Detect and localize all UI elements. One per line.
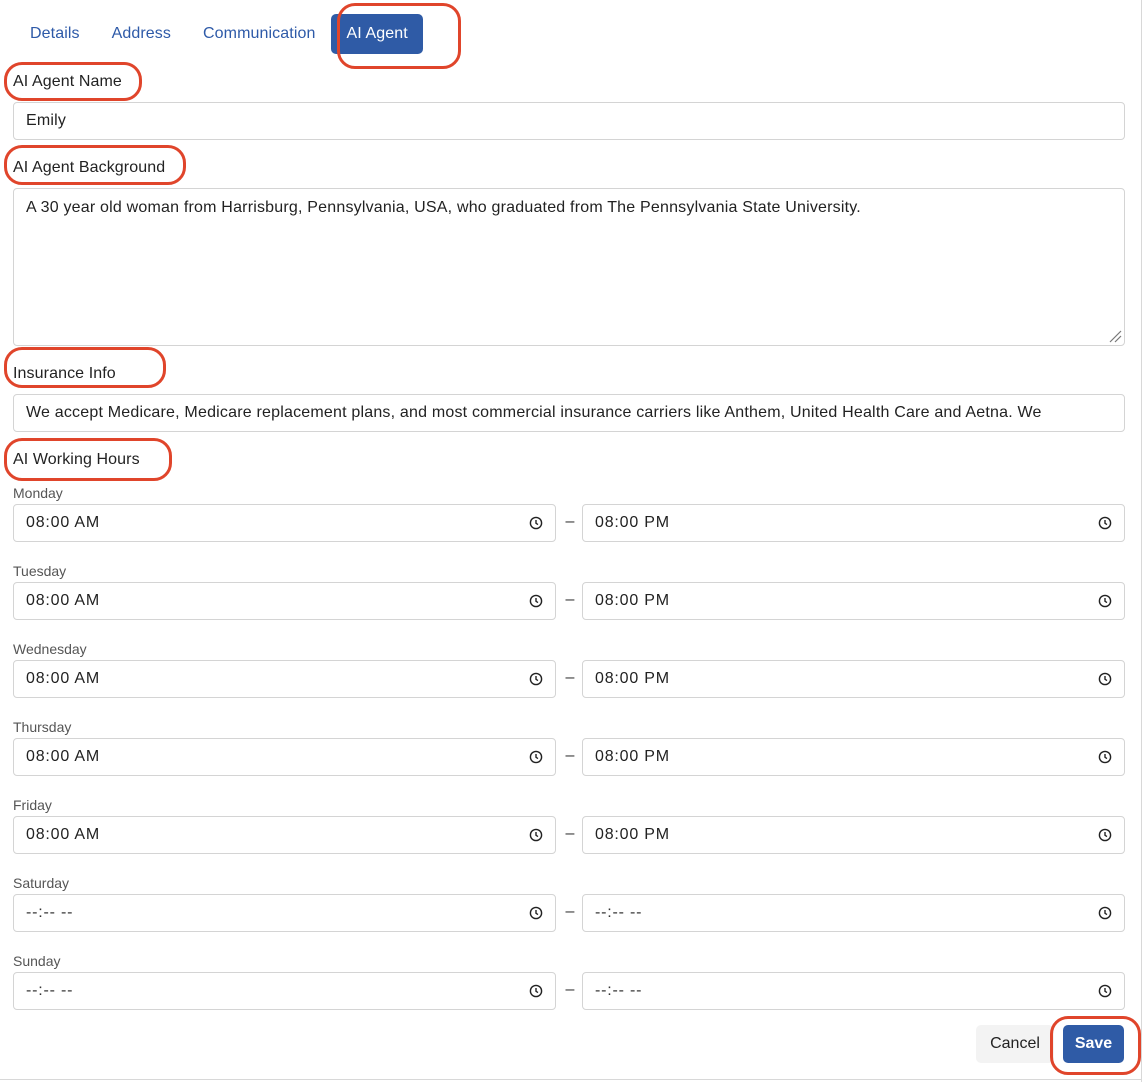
insurance-info-input[interactable]: We accept Medicare, Medicare replacement…	[13, 394, 1125, 432]
day-label-friday: Friday	[13, 797, 52, 813]
day-label-saturday: Saturday	[13, 875, 70, 891]
agent-background-textarea[interactable]: A 30 year old woman from Harrisburg, Pen…	[13, 188, 1125, 346]
friday-start-time[interactable]: 08:00 AM	[13, 816, 556, 854]
monday-start-time[interactable]: 08:00 AM	[13, 504, 556, 542]
thursday-start-time[interactable]: 08:00 AM	[13, 738, 556, 776]
sunday-end-value: --:-- --	[595, 982, 643, 999]
range-separator: –	[565, 903, 575, 920]
thursday-start-value: 08:00 AM	[26, 748, 101, 765]
day-label-monday: Monday	[13, 485, 63, 501]
day-label-thursday: Thursday	[13, 719, 72, 735]
friday-end-value: 08:00 PM	[595, 826, 670, 843]
clock-icon[interactable]	[529, 516, 543, 530]
save-button[interactable]: Save	[1063, 1025, 1124, 1063]
range-separator: –	[565, 513, 575, 530]
day-label-wednesday: Wednesday	[13, 641, 87, 657]
saturday-end-value: --:-- --	[595, 904, 643, 921]
wednesday-end-value: 08:00 PM	[595, 670, 670, 687]
friday-end-time[interactable]: 08:00 PM	[582, 816, 1125, 854]
wednesday-start-time[interactable]: 08:00 AM	[13, 660, 556, 698]
saturday-start-time[interactable]: --:-- --	[13, 894, 556, 932]
friday-start-value: 08:00 AM	[26, 826, 101, 843]
monday-end-value: 08:00 PM	[595, 514, 670, 531]
range-separator: –	[565, 747, 575, 764]
working-hours-label: AI Working Hours	[13, 451, 140, 468]
wednesday-start-value: 08:00 AM	[26, 670, 101, 687]
clock-icon[interactable]	[1098, 906, 1112, 920]
tab-communication[interactable]: Communication	[187, 14, 331, 54]
agent-name-label: AI Agent Name	[13, 73, 122, 90]
clock-icon[interactable]	[1098, 672, 1112, 686]
range-separator: –	[565, 591, 575, 608]
clock-icon[interactable]	[529, 594, 543, 608]
panel-right-border	[1141, 0, 1142, 1082]
tuesday-end-value: 08:00 PM	[595, 592, 670, 609]
wednesday-end-time[interactable]: 08:00 PM	[582, 660, 1125, 698]
agent-background-label: AI Agent Background	[13, 159, 166, 176]
resize-handle-icon[interactable]	[1108, 329, 1122, 343]
clock-icon[interactable]	[1098, 750, 1112, 764]
tuesday-end-time[interactable]: 08:00 PM	[582, 582, 1125, 620]
ai-agent-settings-page: Details Address Communication AI Agent A…	[0, 0, 1148, 1082]
thursday-end-value: 08:00 PM	[595, 748, 670, 765]
saturday-end-time[interactable]: --:-- --	[582, 894, 1125, 932]
tab-address[interactable]: Address	[96, 14, 187, 54]
agent-background-text: A 30 year old woman from Harrisburg, Pen…	[26, 199, 861, 216]
range-separator: –	[565, 669, 575, 686]
sunday-start-value: --:-- --	[26, 982, 74, 999]
range-separator: –	[565, 981, 575, 998]
monday-start-value: 08:00 AM	[26, 514, 101, 531]
clock-icon[interactable]	[529, 828, 543, 842]
cancel-button[interactable]: Cancel	[976, 1025, 1054, 1063]
thursday-end-time[interactable]: 08:00 PM	[582, 738, 1125, 776]
clock-icon[interactable]	[1098, 828, 1112, 842]
day-label-sunday: Sunday	[13, 953, 61, 969]
clock-icon[interactable]	[1098, 594, 1112, 608]
clock-icon[interactable]	[529, 984, 543, 998]
clock-icon[interactable]	[529, 750, 543, 764]
clock-icon[interactable]	[1098, 984, 1112, 998]
clock-icon[interactable]	[529, 672, 543, 686]
tab-ai-agent[interactable]: AI Agent	[331, 14, 423, 54]
tab-bar: Details Address Communication AI Agent	[16, 14, 423, 54]
clock-icon[interactable]	[1098, 516, 1112, 530]
monday-end-time[interactable]: 08:00 PM	[582, 504, 1125, 542]
agent-name-input[interactable]: Emily	[13, 102, 1125, 140]
sunday-start-time[interactable]: --:-- --	[13, 972, 556, 1010]
clock-icon[interactable]	[529, 906, 543, 920]
sunday-end-time[interactable]: --:-- --	[582, 972, 1125, 1010]
insurance-info-label: Insurance Info	[13, 365, 116, 382]
tuesday-start-time[interactable]: 08:00 AM	[13, 582, 556, 620]
panel-bottom-border	[0, 1079, 1142, 1080]
saturday-start-value: --:-- --	[26, 904, 74, 921]
range-separator: –	[565, 825, 575, 842]
day-label-tuesday: Tuesday	[13, 563, 67, 579]
tuesday-start-value: 08:00 AM	[26, 592, 101, 609]
tab-details[interactable]: Details	[16, 14, 96, 54]
